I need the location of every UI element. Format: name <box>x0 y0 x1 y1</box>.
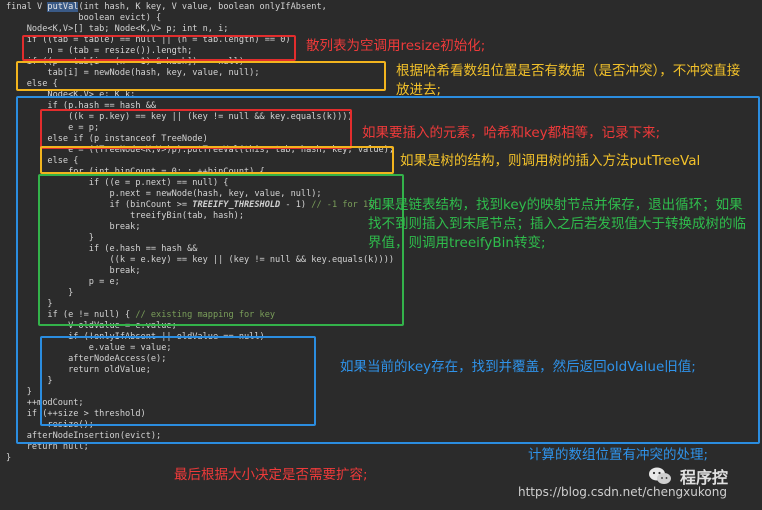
box-tree-insert <box>40 146 394 174</box>
watermark-url: https://blog.csdn.net/chengxukong <box>518 485 727 499</box>
note-tree-insert: 如果是树的结构，则调用树的插入方法putTreeVal <box>400 153 701 169</box>
box-hash-position <box>16 61 386 91</box>
code-line: } <box>6 453 12 463</box>
note-key-exists: 如果当前的key存在，找到并覆盖，然后返回oldValue旧值; <box>340 359 696 375</box>
wechat-icon <box>649 467 671 484</box>
note-collision: 计算的数组位置有冲突的处理; <box>528 447 709 463</box>
code-text: final V <box>6 2 48 12</box>
note-expand: 最后根据大小决定是否需要扩容; <box>174 467 368 483</box>
box-key-equal <box>40 109 352 149</box>
box-list-insert <box>38 174 404 326</box>
box-resize-init <box>22 35 296 61</box>
note-hash-position: 根据哈希看数组位置是否有数据（是否冲突），不冲突直接放进去; <box>396 63 741 98</box>
code-line: Node<K,V>[] tab; Node<K,V> p; int n, i; <box>6 24 229 34</box>
box-key-exists <box>40 336 316 426</box>
code-line: boolean evict) { <box>6 13 162 23</box>
note-list-insert: 如果是链表结构，找到key的映射节点并保存，退出循环；如果找不到则插入到末尾节点… <box>368 197 746 251</box>
code-text: (int hash, K key, V value, boolean onlyI… <box>78 2 327 12</box>
note-key-equal: 如果要插入的元素，哈希和key都相等，记录下来; <box>362 125 661 141</box>
method-name: putVal <box>47 2 79 12</box>
code-line: final V putVal(int hash, K key, V value,… <box>6 2 394 13</box>
note-resize-init: 散列表为空调用resize初始化; <box>306 38 486 54</box>
